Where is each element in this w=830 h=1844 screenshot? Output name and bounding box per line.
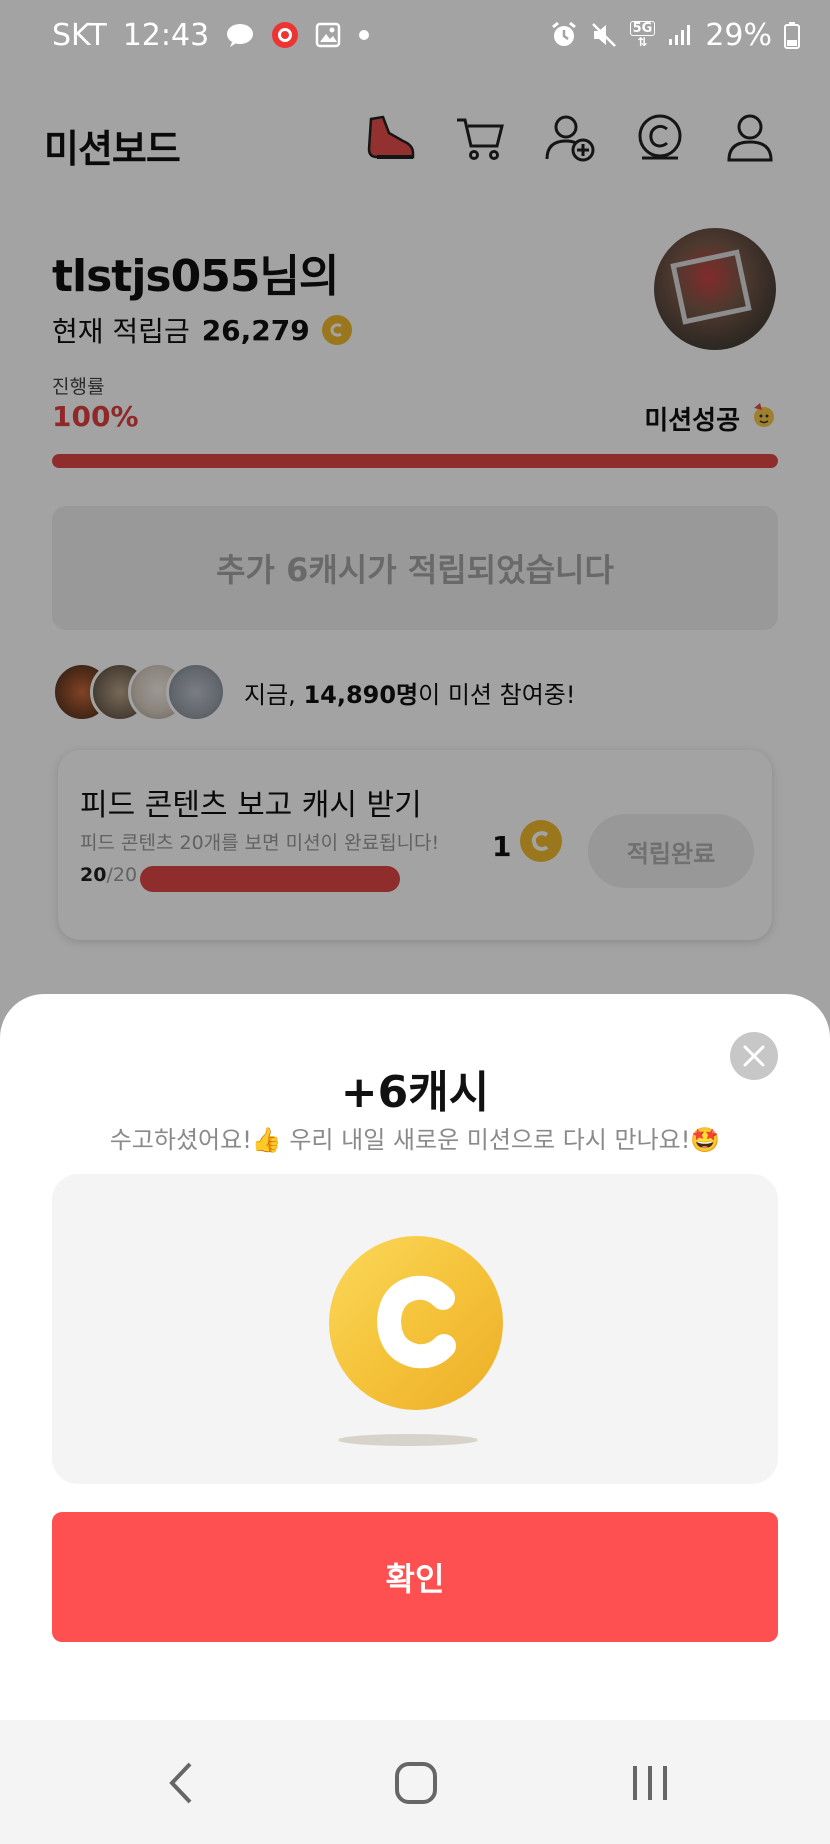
mute-icon (590, 21, 618, 49)
network-5g-icon: 5G ⇅ (629, 21, 656, 49)
talk-icon (225, 22, 255, 48)
sheet-subtitle: 수고하셨어요!👍 우리 내일 새로운 미션으로 다시 만나요!🤩 (109, 1126, 721, 1154)
home-button[interactable] (386, 1758, 446, 1808)
back-button[interactable] (152, 1758, 212, 1808)
recents-icon (633, 1766, 667, 1800)
carrier-label: SKT (52, 17, 107, 53)
record-icon (271, 21, 299, 49)
home-icon (395, 1762, 437, 1804)
status-bar: SKT 12:43 5G ⇅ 29% (0, 0, 830, 70)
alarm-icon (550, 21, 578, 49)
battery-icon (784, 21, 800, 49)
reward-bottom-sheet: +6캐시 수고하셨어요!👍 우리 내일 새로운 미션으로 다시 만나요!🤩 확인 (0, 994, 830, 1720)
battery-percent: 29% (705, 17, 772, 53)
clock: 12:43 (122, 17, 210, 53)
sheet-title: +6캐시 (340, 1067, 490, 1118)
coin-shadow (338, 1434, 478, 1446)
recents-button[interactable] (620, 1758, 680, 1808)
signal-icon (667, 23, 693, 47)
coin-icon (329, 1236, 503, 1410)
coin-illustration-box (52, 1174, 778, 1484)
system-nav-bar (0, 1720, 830, 1844)
confirm-button[interactable]: 확인 (52, 1512, 778, 1642)
gallery-icon (315, 22, 341, 48)
back-icon (169, 1762, 192, 1804)
notification-dot-icon (357, 28, 371, 42)
